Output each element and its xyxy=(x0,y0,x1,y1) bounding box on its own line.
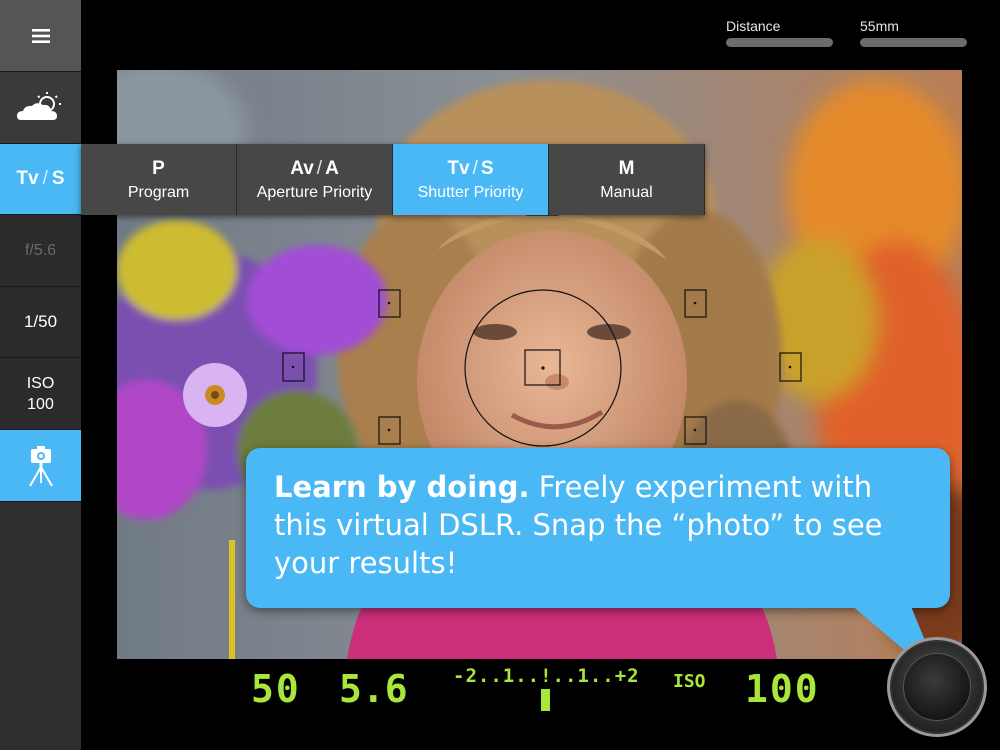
readout-shutter: 50 xyxy=(251,667,301,711)
mode-aperture-priority[interactable]: Av / A Aperture Priority xyxy=(237,144,393,215)
mode-code: Av / A xyxy=(290,156,339,182)
tripod-button[interactable] xyxy=(0,430,81,502)
tip-text: Learn by doing. Freely experiment with t… xyxy=(274,468,922,582)
tip-bubble: Learn by doing. Freely experiment with t… xyxy=(246,448,950,608)
focal-length-track[interactable] xyxy=(860,38,967,47)
aperture-button[interactable]: f/5.6 xyxy=(0,215,81,287)
focal-length-slider[interactable]: 55mm xyxy=(860,18,967,48)
mode-name: Manual xyxy=(600,183,653,201)
mode-code-secondary: A xyxy=(325,157,339,179)
lighting-button[interactable] xyxy=(0,72,81,144)
mode-name: Aperture Priority xyxy=(256,183,373,201)
readout-iso-value: 100 xyxy=(745,667,820,711)
mode-code: M xyxy=(619,156,635,182)
iso-button[interactable]: ISO 100 xyxy=(0,358,81,430)
shutter-speed-button[interactable]: 1/50 xyxy=(0,287,81,358)
mode-name: Program xyxy=(127,183,190,201)
readout-aperture: 5.6 xyxy=(339,667,408,711)
mode-slash: / xyxy=(472,157,478,179)
exposure-mode-button[interactable]: Tv / S xyxy=(0,144,81,215)
exposure-mode-menu: P Program Av / A Aperture Priority Tv / S Sh… xyxy=(81,144,705,215)
settings-sidebar: Tv / S f/5.6 1/50 ISO 100 xyxy=(0,0,81,750)
sidebar-filler xyxy=(0,502,81,750)
shutter-release-button[interactable] xyxy=(887,637,987,737)
mode-manual[interactable]: M Manual xyxy=(549,144,705,215)
tip-bold: Learn by doing. xyxy=(274,470,530,504)
readout-iso-label: ISO xyxy=(673,671,706,692)
mode-shutter-priority[interactable]: Tv / S Shutter Priority xyxy=(393,144,549,215)
meter-indicator xyxy=(541,689,550,711)
shutter-release-icon xyxy=(903,653,971,721)
iso-value: 100 xyxy=(27,395,54,413)
mode-program[interactable]: P Program xyxy=(81,144,237,215)
mode-code: P xyxy=(152,156,165,182)
tripod-camera-icon xyxy=(28,445,53,487)
readout-exposure-meter: -2..1..!..1..+2 xyxy=(453,665,640,687)
mode-code-primary: M xyxy=(618,157,635,179)
menu-button[interactable] xyxy=(0,0,81,72)
shutter-speed-value: 1/50 xyxy=(23,312,58,331)
mode-secondary: S xyxy=(51,168,65,189)
focal-length-label: 55mm xyxy=(860,18,899,34)
mode-slash: / xyxy=(42,168,48,189)
mode-code: Tv / S xyxy=(447,156,493,182)
viewfinder-readout: 50 5.6 -2..1..!..1..+2 ISO 100 xyxy=(81,659,1000,750)
mode-code-primary: Tv xyxy=(447,157,470,179)
mode-slash: / xyxy=(316,157,323,179)
distance-label: Distance xyxy=(726,18,781,34)
mode-code-primary: P xyxy=(152,157,165,179)
iso-label: ISO xyxy=(26,374,55,392)
mode-code-primary: Av xyxy=(290,157,314,179)
menu-icon xyxy=(31,28,50,43)
mode-primary: Tv xyxy=(16,168,39,189)
aperture-value: f/5.6 xyxy=(24,241,57,259)
distance-track[interactable] xyxy=(726,38,833,47)
partly-cloudy-icon xyxy=(16,91,61,120)
distance-slider[interactable]: Distance xyxy=(726,18,833,48)
mode-code-secondary: S xyxy=(480,157,494,179)
mode-name: Shutter Priority xyxy=(417,183,524,201)
